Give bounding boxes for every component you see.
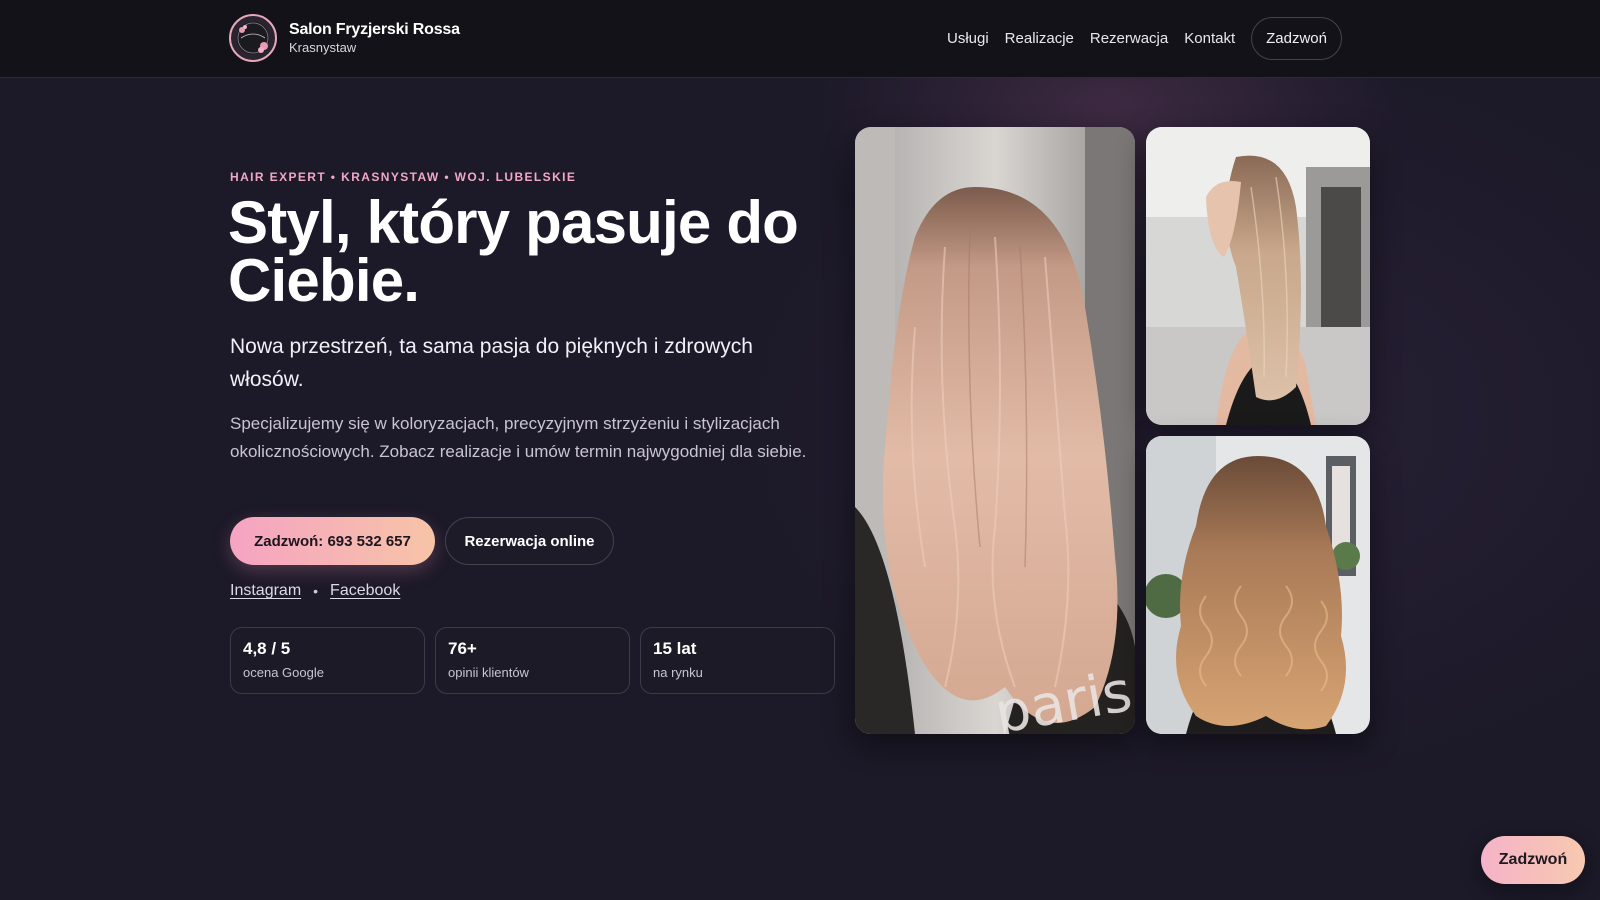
floating-call-button[interactable]: Zadzwoń xyxy=(1481,836,1585,884)
social-links: Instagram • Facebook xyxy=(230,582,400,600)
salon-logo xyxy=(229,14,277,62)
site-header: Salon Fryzjerski Rossa Krasnystaw Usługi… xyxy=(0,0,1600,78)
nav-link-kontakt[interactable]: Kontakt xyxy=(1184,30,1235,47)
nav-link-rezerwacja[interactable]: Rezerwacja xyxy=(1090,30,1168,47)
instagram-link[interactable]: Instagram xyxy=(230,582,301,600)
social-separator: • xyxy=(313,583,319,599)
hero-eyebrow: HAIR EXPERT • KRASNYSTAW • WOJ. LUBELSKI… xyxy=(230,170,577,184)
stat-label: opinii klientów xyxy=(448,665,529,680)
call-phone-button[interactable]: Zadzwoń: 693 532 657 xyxy=(230,517,435,565)
main-nav: Usługi Realizacje Rezerwacja Kontakt Zad… xyxy=(947,17,1342,60)
hero-subtitle: Nowa przestrzeń, ta sama pasja do piękny… xyxy=(230,335,753,391)
stat-card-years: 15 lat na rynku xyxy=(640,627,835,694)
nav-link-uslugi[interactable]: Usługi xyxy=(947,30,989,47)
hero-description: Specjalizujemy się w koloryzacjach, prec… xyxy=(230,414,807,461)
header-call-button[interactable]: Zadzwoń xyxy=(1251,17,1342,60)
brand-city: Krasnystaw xyxy=(289,40,357,55)
stats-row: 4,8 / 5 ocena Google 76+ opinii klientów… xyxy=(230,627,835,694)
stat-card-reviews: 76+ opinii klientów xyxy=(435,627,630,694)
online-booking-button[interactable]: Rezerwacja online xyxy=(445,517,614,565)
facebook-link[interactable]: Facebook xyxy=(330,582,400,600)
stat-label: ocena Google xyxy=(243,665,324,680)
stat-value: 15 lat xyxy=(653,639,697,658)
stat-card-rating: 4,8 / 5 ocena Google xyxy=(230,627,425,694)
stat-value: 4,8 / 5 xyxy=(243,639,291,658)
nav-link-realizacje[interactable]: Realizacje xyxy=(1005,30,1074,47)
hero-title: Styl, który pasuje do Ciebie. xyxy=(228,189,799,314)
stat-label: na rynku xyxy=(653,665,703,680)
gallery-photo-straight-hair-profile[interactable] xyxy=(1146,127,1370,425)
gallery-photo-curly-hair[interactable] xyxy=(1146,436,1370,734)
brand-name: Salon Fryzjerski Rossa xyxy=(289,21,460,38)
brand[interactable]: Salon Fryzjerski Rossa Krasnystaw xyxy=(229,14,460,62)
stat-value: 76+ xyxy=(448,639,477,658)
gallery-photo-long-blonde-hair[interactable]: paris xyxy=(855,127,1135,734)
